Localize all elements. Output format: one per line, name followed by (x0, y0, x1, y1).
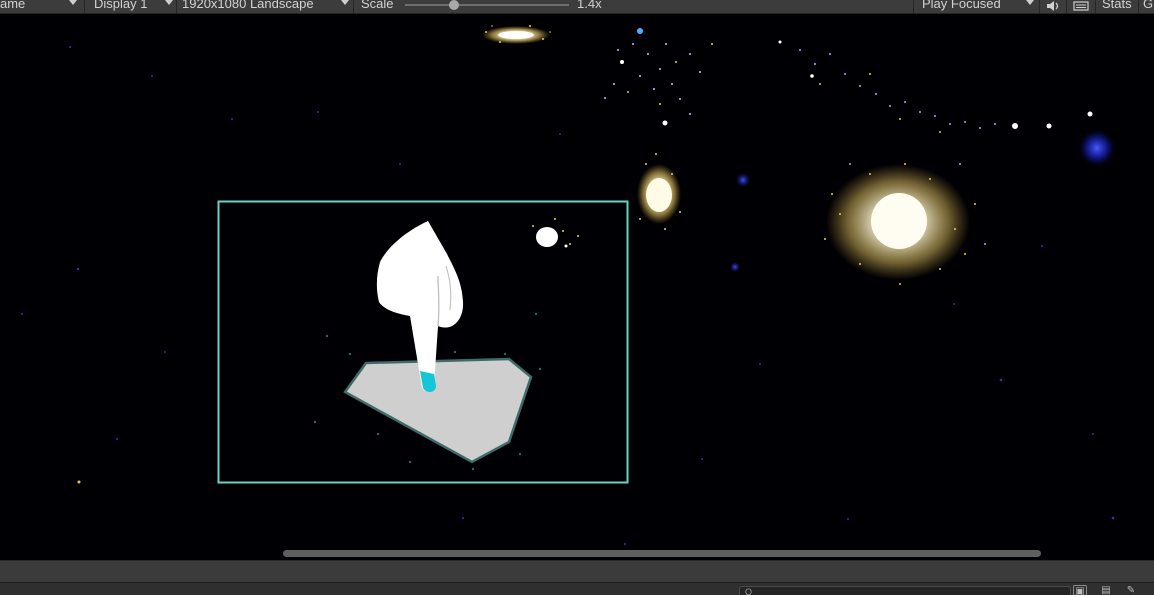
layers-icon[interactable]: ▤ (1099, 585, 1113, 595)
view-dropdown-arrow-icon[interactable] (69, 0, 77, 5)
resolution-dropdown[interactable]: 1920x1080 Landscape (182, 0, 314, 12)
toolbar-divider (913, 0, 914, 13)
particle-cluster-large (824, 163, 986, 285)
toolbar-divider (1138, 0, 1139, 13)
yellow-star (77, 480, 81, 484)
scale-slider-track[interactable] (405, 4, 569, 6)
starfield-scene (21, 25, 1115, 545)
particle-stream-right (778, 40, 1093, 133)
game-view-viewport[interactable] (0, 14, 1154, 560)
blue-glow-small (736, 173, 750, 187)
background-stars (21, 46, 1115, 545)
particle-cluster-mid (637, 153, 681, 230)
status-bar: Q ▣ ▤ ✎ (0, 582, 1154, 595)
scale-value: 1.4x (577, 0, 602, 11)
play-mode-dropdown-arrow-icon[interactable] (1026, 0, 1034, 5)
game-view-footer (0, 560, 1154, 582)
pin-icon[interactable]: ✎ (1124, 585, 1138, 595)
blue-glow-orb (1079, 130, 1115, 166)
toolbar-divider (84, 0, 85, 13)
mute-audio-icon[interactable] (1046, 0, 1062, 13)
tap-target-shape (343, 357, 533, 464)
status-search-field[interactable]: Q (739, 586, 1071, 595)
scale-slider-thumb[interactable] (449, 0, 460, 10)
gizmos-button[interactable]: G (1143, 0, 1153, 12)
display-dropdown-arrow-icon[interactable] (165, 0, 173, 5)
panel-toggle-icon[interactable]: ▣ (1073, 585, 1087, 595)
view-tab-label[interactable]: ame (0, 0, 25, 12)
resolution-dropdown-arrow-icon[interactable] (341, 0, 349, 5)
keyboard-shortcuts-icon[interactable] (1073, 0, 1089, 13)
search-icon: Q (745, 587, 753, 595)
play-mode-dropdown[interactable]: Play Focused (922, 0, 1001, 12)
game-view-toolbar: ame Display 1 1920x1080 Landscape Scale … (0, 0, 1154, 14)
particle-small-white (532, 218, 579, 248)
blue-glow-small (730, 262, 740, 272)
toolbar-divider (353, 0, 354, 13)
particle-stream-upper (604, 28, 713, 126)
toolbar-divider (176, 0, 177, 13)
display-dropdown[interactable]: Display 1 (94, 0, 147, 12)
toolbar-divider (1039, 0, 1040, 13)
particle-cluster-top (482, 25, 551, 44)
horizontal-scrollbar[interactable] (283, 550, 1041, 557)
stats-button[interactable]: Stats (1102, 0, 1132, 12)
toolbar-divider (1066, 0, 1067, 13)
toolbar-divider (1095, 0, 1096, 13)
scale-label: Scale (361, 0, 394, 11)
